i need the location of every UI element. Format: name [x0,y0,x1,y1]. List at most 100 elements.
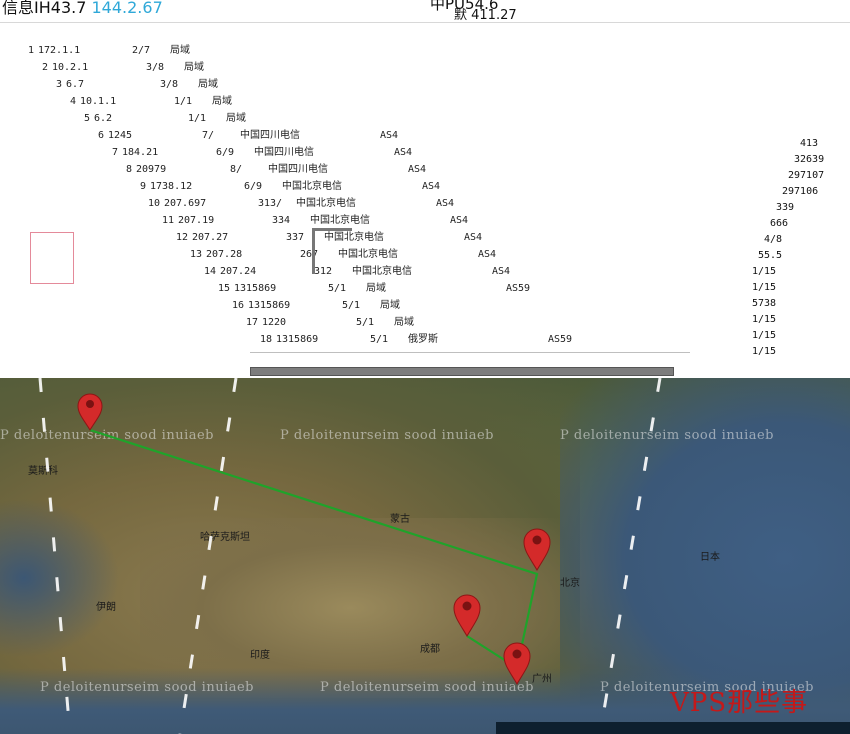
hop-cell: 14 [203,266,216,277]
time-cell: 1/1 [174,96,193,107]
guangzhou-pin [503,642,531,685]
brand-logo: VPS那些事 [670,688,809,718]
hop-cell: 2 [41,62,48,73]
ip-cell: 1315869 [276,334,319,345]
as-cell: AS4 [408,164,427,175]
location-cell: 俄罗斯 [408,334,438,345]
header-divider [0,22,850,23]
ip-cell: 207.28 [206,249,243,260]
hop-cell: 12 [175,232,188,243]
horizontal-scrollbar[interactable] [250,367,674,376]
right-value: 339 [776,202,795,213]
location-cell: 局域 [184,62,204,73]
ip-cell: 1245 [108,130,133,141]
time-cell: 337 [286,232,305,243]
hop-cell: 15 [217,283,230,294]
grid-lines [38,378,662,734]
header-left-partial: 息IH43.7 [18,0,87,17]
right-value: 1/15 [752,266,777,277]
right-value: 666 [770,218,789,229]
time-cell: 2/7 [132,45,151,56]
location-cell: 中国四川电信 [254,147,314,158]
ip-cell: 1738.12 [150,181,193,192]
location-cell: 中国北京电信 [310,215,370,226]
hop-cell: 18 [259,334,272,345]
trace-table: 1 172.1.1 2/7 局域 2 10.2.1 3/8 局域 3 6.7 3/8 局域 4 10.1.… [0,28,690,358]
hop-cell: 4 [69,96,76,107]
time-cell: 6/9 [244,181,263,192]
ip-cell: 172.1.1 [38,45,81,56]
ip-cell: 1315869 [234,283,277,294]
traceroute-panel: 信息IH43.7 144.2.67 中PU54.6 默 411.27 1 172.… [0,0,850,378]
hop-cell: 8 [125,164,132,175]
hop-cell: 10 [147,198,160,209]
location-cell: 局域 [170,45,190,56]
header-left-label: 信 [2,0,19,17]
time-cell: 5/1 [342,300,361,311]
right-value: 1/15 [752,346,777,357]
route-line [89,428,539,670]
ip-cell: 10.1.1 [80,96,117,107]
right-value: 413 [800,138,819,149]
chengdu-pin [453,594,481,637]
right-value: 1/15 [752,282,777,293]
location-cell: 局域 [366,283,386,294]
graticule-line [38,378,72,734]
hop-cell: 7 [111,147,118,158]
as-cell: AS4 [478,249,497,260]
hop-cell: 9 [139,181,146,192]
ip-cell: 207.27 [192,232,229,243]
as-cell: AS4 [422,181,441,192]
panel-divider [250,352,690,353]
time-cell: 7/ [202,130,215,141]
location-cell: 中国北京电信 [296,198,356,209]
right-value: 4/8 [764,234,783,245]
right-value: 1/15 [752,314,777,325]
route-map[interactable]: P deloitenurseim sood inuiaeb P deloiten… [0,378,850,734]
location-cell: 局域 [212,96,232,107]
time-cell: 1/1 [188,113,207,124]
time-cell: 8/ [230,164,243,175]
header-bar: 信息IH43.7 144.2.67 中PU54.6 默 411.27 [0,0,850,23]
right-value: 32639 [794,154,825,165]
as-cell: AS4 [436,198,455,209]
time-cell: 5/1 [356,317,375,328]
time-cell: 334 [272,215,291,226]
ip-cell: 1315869 [248,300,291,311]
hop-cell: 1 [27,45,34,56]
hop-cell: 6 [97,130,104,141]
route-overlay [38,378,662,734]
right-value: 297106 [782,186,819,197]
right-value: 297107 [788,170,825,181]
location-cell: 局域 [394,317,414,328]
as-cell: AS4 [380,130,399,141]
ip-cell: 207.24 [220,266,257,277]
cursor-mark [312,228,352,274]
map-footer-strip [496,722,850,734]
right-value: 5738 [752,298,777,309]
selected-row-highlight [30,232,74,284]
location-cell: 中国北京电信 [352,266,412,277]
right-value: 55.5 [758,250,783,261]
location-cell: 中国四川电信 [240,130,300,141]
hop-cell: 3 [55,79,62,90]
right-value: 1/15 [752,330,777,341]
beijing-pin [523,528,551,571]
hop-cell: 11 [161,215,174,226]
moscow-pin [77,393,103,431]
hop-cell: 13 [189,249,202,260]
ip-cell: 207.19 [178,215,215,226]
ip-cell: 1220 [262,317,287,328]
target-ip[interactable]: 144.2.67 [92,0,163,17]
location-cell: 局域 [380,300,400,311]
ip-cell: 6.7 [66,79,85,90]
as-cell: AS4 [492,266,511,277]
time-cell: 3/8 [160,79,179,90]
ip-cell: 6.2 [94,113,113,124]
time-cell: 5/1 [328,283,347,294]
location-cell: 中国北京电信 [282,181,342,192]
ip-cell: 184.21 [122,147,159,158]
time-cell: 313/ [258,198,283,209]
graticule-line [178,378,238,734]
as-cell: AS4 [464,232,483,243]
